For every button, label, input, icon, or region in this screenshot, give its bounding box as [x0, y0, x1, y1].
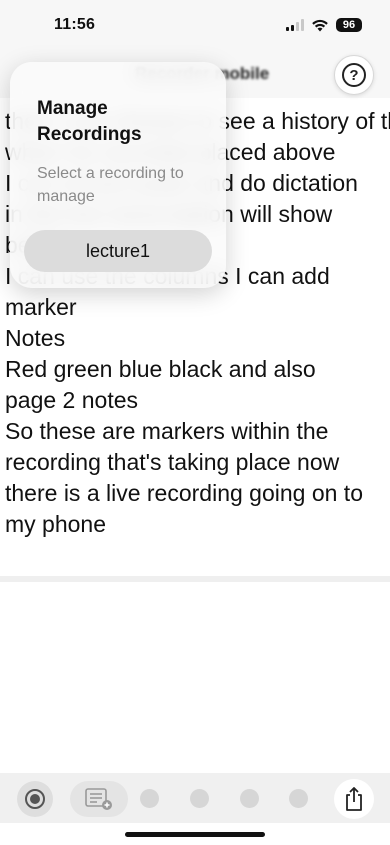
marker-button-2[interactable] — [190, 789, 209, 808]
add-note-button[interactable] — [70, 781, 128, 817]
question-mark-icon: ? — [342, 63, 366, 87]
signal-icon — [286, 19, 304, 31]
marker-button-4[interactable] — [289, 789, 308, 808]
note-line: Red green blue black and also — [5, 356, 316, 382]
help-button[interactable]: ? — [334, 55, 374, 95]
popover-title: Manage Recordings — [37, 98, 142, 145]
status-icons: 96 — [286, 18, 362, 32]
bottom-toolbar — [0, 773, 390, 823]
section-divider — [0, 576, 390, 582]
note-line: page 2 notes — [5, 387, 139, 413]
notes-add-icon — [85, 788, 112, 810]
note-line: there is a live recording going on to — [5, 480, 363, 506]
home-indicator — [125, 832, 265, 837]
note-line: marker — [5, 294, 77, 320]
marker-button-3[interactable] — [240, 789, 259, 808]
battery-indicator: 96 — [336, 18, 362, 32]
recording-item-button[interactable]: lecture1 — [24, 230, 212, 272]
wifi-icon — [312, 19, 328, 31]
note-line: So these are markers within the — [5, 418, 329, 444]
note-line: my phone — [5, 511, 107, 537]
record-icon — [25, 789, 45, 809]
popover-subtitle: Select a recording to manage — [37, 165, 184, 205]
share-button[interactable] — [334, 779, 374, 819]
status-bar: 11:56 96 — [0, 0, 390, 50]
status-time: 11:56 — [54, 16, 96, 33]
share-icon — [346, 787, 362, 811]
manage-recordings-popover: Manage Recordings Select a recording to … — [10, 62, 226, 288]
record-button[interactable] — [17, 781, 53, 817]
marker-button-1[interactable] — [140, 789, 159, 808]
note-line: Notes — [5, 325, 66, 351]
note-line: recording that's taking place now — [5, 449, 340, 475]
